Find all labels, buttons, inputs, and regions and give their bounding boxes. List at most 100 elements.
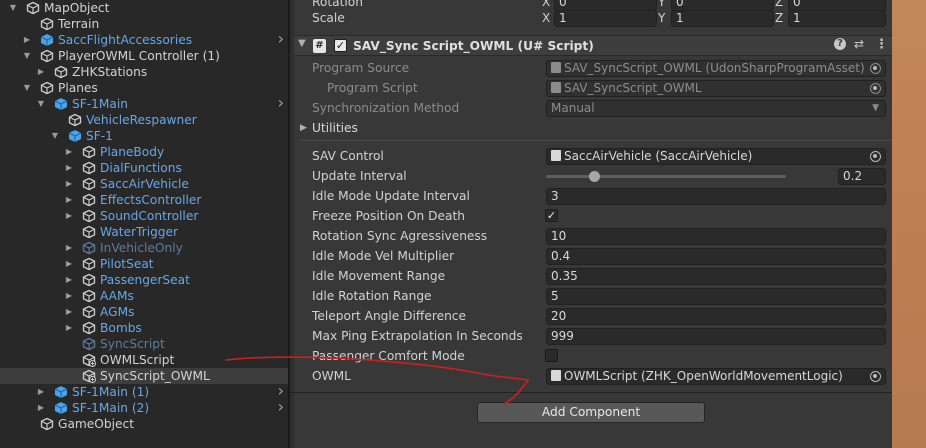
hierarchy-item[interactable]: ▶ AGMs — [0, 304, 288, 320]
hierarchy-item[interactable]: SyncScript — [0, 336, 288, 352]
scene-view-edge[interactable] — [892, 0, 926, 448]
open-prefab-chevron-icon[interactable]: › — [278, 399, 284, 415]
object-field-value: SaccAirVehicle (SaccAirVehicle) — [564, 149, 753, 163]
expand-down-icon[interactable]: ▼ — [22, 48, 32, 64]
property-input[interactable]: 0.4 — [546, 248, 886, 265]
hierarchy-item[interactable]: ▶ SoundController — [0, 208, 288, 224]
hierarchy-item-label: OWMLScript — [100, 353, 175, 367]
hierarchy-item[interactable]: ▶ AAMs — [0, 288, 288, 304]
property-row: Idle Rotation Range 5 — [294, 286, 892, 306]
hierarchy-item[interactable]: ▶ Bombs — [0, 320, 288, 336]
hierarchy-item[interactable]: ▼ Planes — [0, 80, 288, 96]
utilities-foldout[interactable]: ▶ Utilities — [294, 118, 892, 138]
property-input[interactable]: 3 — [546, 188, 886, 205]
hierarchy-item[interactable]: ▼ SF-1Main › — [0, 95, 288, 112]
property-label: Idle Mode Update Interval — [312, 189, 470, 203]
hierarchy-item[interactable]: ▶ ZHKStations — [0, 64, 288, 80]
slider-track[interactable] — [546, 175, 786, 178]
hierarchy-item-label: WaterTrigger — [100, 225, 179, 239]
expand-right-icon[interactable]: ▶ — [64, 176, 74, 192]
open-prefab-chevron-icon[interactable]: › — [278, 31, 284, 47]
script-file-icon — [551, 82, 561, 93]
scale-y-field[interactable]: 1 — [671, 10, 774, 27]
hierarchy-item[interactable]: ▼ SF-1 — [0, 128, 288, 144]
scale-x-field[interactable]: 1 — [554, 10, 657, 27]
property-input[interactable]: 999 — [546, 328, 886, 345]
expand-right-icon[interactable]: ▶ — [64, 192, 74, 208]
component-bottom-border — [290, 392, 892, 393]
hierarchy-item[interactable]: VehicleRespawner — [0, 112, 288, 128]
property-input[interactable]: 0.35 — [546, 268, 886, 285]
object-field[interactable]: OWMLScript (ZHK_OpenWorldMovementLogic) — [546, 368, 886, 385]
expand-right-icon[interactable]: ▶ — [36, 400, 46, 416]
help-icon[interactable]: ? — [834, 38, 846, 50]
expand-right-icon[interactable]: ▶ — [64, 144, 74, 160]
expand-right-icon[interactable]: ▶ — [64, 272, 74, 288]
sync-method-dropdown[interactable]: Manual ▼ — [546, 100, 886, 117]
expand-right-icon[interactable]: ▶ — [64, 240, 74, 256]
hierarchy-item[interactable]: ▶ DialFunctions — [0, 160, 288, 176]
expand-right-icon[interactable]: ▶ — [64, 320, 74, 336]
expand-right-icon[interactable]: ▶ — [64, 304, 74, 320]
prefab-cube-icon — [82, 257, 96, 271]
object-picker-icon[interactable] — [870, 63, 881, 74]
hierarchy-item[interactable]: Terrain — [0, 16, 288, 32]
expand-right-icon[interactable]: ▶ — [64, 160, 74, 176]
object-field[interactable]: SaccAirVehicle (SaccAirVehicle) — [546, 148, 886, 165]
expand-down-icon[interactable]: ▼ — [36, 96, 46, 112]
property-input[interactable]: 10 — [546, 228, 886, 245]
hierarchy-item[interactable]: OWMLScript — [0, 352, 288, 368]
expand-right-icon[interactable]: ▶ — [64, 256, 74, 272]
hierarchy-item-label: MapObject — [44, 1, 110, 15]
property-label: Idle Movement Range — [312, 269, 446, 283]
expand-right-icon[interactable]: ▶ — [36, 384, 46, 400]
gameobject-added-icon — [82, 369, 96, 383]
object-picker-icon[interactable] — [870, 151, 881, 162]
expand-right-icon[interactable]: ▶ — [36, 64, 46, 80]
object-picker-icon[interactable] — [870, 83, 881, 94]
open-prefab-chevron-icon[interactable]: › — [278, 95, 284, 111]
expand-down-icon[interactable]: ▼ — [8, 0, 18, 16]
program-script-field[interactable]: SAV_SyncScript_OWML — [546, 80, 886, 97]
property-input[interactable]: 5 — [546, 288, 886, 305]
slider-value-input[interactable]: 0.2 — [838, 168, 886, 185]
presets-icon[interactable]: ⇄ — [854, 37, 864, 51]
prefab-cube-icon — [54, 385, 68, 399]
hierarchy-item[interactable]: ▼ MapObject — [0, 0, 288, 16]
hierarchy-item[interactable]: ▶ SF-1Main (1) › — [0, 383, 288, 400]
component-enabled-checkbox[interactable]: ✓ — [334, 39, 347, 52]
object-picker-icon[interactable] — [870, 371, 881, 382]
expand-right-icon[interactable]: ▶ — [64, 208, 74, 224]
hierarchy-item[interactable]: ▼ PlayerOWML Controller (1) — [0, 48, 288, 64]
property-label: Idle Mode Vel Multiplier — [312, 249, 455, 263]
hierarchy-item[interactable]: ▶ InVehicleOnly — [0, 240, 288, 256]
hierarchy-item[interactable]: ▶ PilotSeat — [0, 256, 288, 272]
hierarchy-item[interactable]: ▶ PassengerSeat — [0, 272, 288, 288]
hierarchy-item[interactable]: ▶ SaccAirVehicle — [0, 176, 288, 192]
expand-right-icon[interactable]: ▶ — [64, 288, 74, 304]
hierarchy-item[interactable]: ▶ EffectsController — [0, 192, 288, 208]
hierarchy-item[interactable]: WaterTrigger — [0, 224, 288, 240]
expand-down-icon[interactable]: ▼ — [22, 80, 32, 96]
program-source-field[interactable]: SAV_SyncScript_OWML (UdonSharpProgramAss… — [546, 60, 886, 77]
hierarchy-item[interactable]: GameObject — [0, 416, 288, 432]
property-checkbox[interactable] — [545, 349, 558, 362]
add-component-button[interactable]: Add Component — [477, 402, 705, 423]
hierarchy-item[interactable]: ▶ SF-1Main (2) › — [0, 399, 288, 416]
expand-right-icon[interactable]: ▶ — [22, 32, 32, 48]
property-input[interactable]: 20 — [546, 308, 886, 325]
component-header[interactable]: ▼ # ✓ SAV_Sync Script_OWML (U# Script) ?… — [294, 35, 892, 56]
slider-thumb[interactable] — [589, 171, 600, 182]
more-options-icon[interactable]: ⋮ — [875, 37, 888, 52]
hierarchy-item[interactable]: ▶ SaccFlightAccessories › — [0, 31, 288, 48]
property-checkbox[interactable]: ✓ — [545, 209, 558, 222]
scale-z-field[interactable]: 1 — [788, 10, 886, 27]
hierarchy-item[interactable]: ▶ PlaneBody — [0, 144, 288, 160]
open-prefab-chevron-icon[interactable]: › — [278, 383, 284, 399]
hierarchy-item[interactable]: SyncScript_OWML — [0, 368, 288, 384]
expand-down-icon[interactable]: ▼ — [50, 128, 60, 144]
component-title: SAV_Sync Script_OWML (U# Script) — [353, 39, 594, 53]
foldout-arrow-icon[interactable]: ▼ — [298, 38, 306, 49]
prefab-cube-icon — [82, 289, 96, 303]
hierarchy-item-label: Terrain — [58, 17, 100, 31]
